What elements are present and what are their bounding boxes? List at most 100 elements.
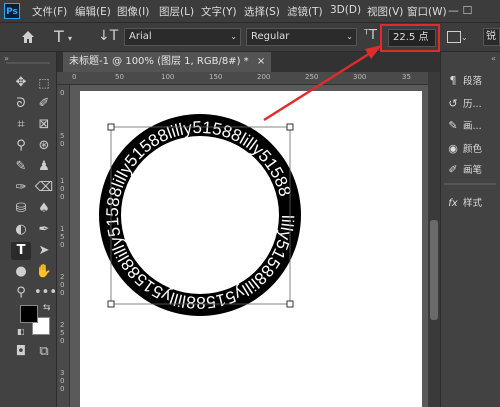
menu-3d[interactable]: 3D(D) [330, 4, 361, 16]
menu-file[interactable]: 文件(F) [32, 4, 67, 19]
font-size-icon: ᵀT [364, 28, 377, 43]
document-tab-title: 未标题-1 @ 100% (图层 1, RGB/8#) * [69, 56, 249, 67]
marquee-tool-icon[interactable]: ⬚ [34, 74, 54, 92]
panel-history[interactable]: ↺ 历... [446, 96, 481, 110]
zoom-tool-icon[interactable]: ⚲ [11, 284, 31, 302]
window-controls[interactable]: — ☐ [448, 4, 472, 17]
font-style-value: Regular [251, 31, 290, 42]
menu-layer[interactable]: 图层(L) [159, 4, 194, 19]
hand-tool-icon[interactable]: ✋ [34, 263, 54, 281]
swap-colors-icon[interactable]: ⇆ [43, 303, 51, 313]
lasso-tool-icon[interactable]: ᘐ [11, 95, 31, 113]
menu-image[interactable]: 图像(I) [117, 4, 149, 19]
home-icon[interactable] [20, 29, 36, 45]
ruler-number: 3 [60, 369, 65, 377]
pen-tool-icon[interactable]: ✒ [34, 221, 54, 239]
quick-select-tool-icon[interactable]: ✐ [34, 95, 54, 113]
dodge-tool-icon[interactable]: ◐ [11, 221, 31, 239]
close-icon[interactable]: × [257, 56, 265, 67]
color-icon: ◉ [448, 142, 458, 155]
panel-paragraph[interactable]: ¶ 段落 [446, 73, 483, 87]
ruler-number: 50 [115, 73, 124, 81]
quick-mask-icon[interactable]: ◘ [11, 343, 31, 361]
more-tools-icon[interactable]: ••• [34, 284, 57, 302]
ruler-number: 200 [257, 73, 271, 81]
frame-tool-icon[interactable]: ⊠ [34, 116, 54, 134]
ellipse-tool-icon[interactable]: ● [11, 263, 31, 281]
brushes-icon: ✐ [448, 163, 458, 176]
font-family-value: Arial [129, 31, 152, 42]
eraser-tool-icon[interactable]: ⌫ [34, 179, 54, 197]
chevron-down-icon[interactable]: ⌄ [461, 33, 468, 42]
type-tool-icon[interactable]: T [11, 242, 31, 260]
ruler-number: 250 [305, 73, 319, 81]
panel-brush-settings[interactable]: ✎ 画... [446, 118, 482, 132]
dropdown-arrow-icon[interactable]: ▾ [68, 34, 72, 43]
paragraph-icon: ¶ [449, 74, 457, 87]
ruler-number: 0 [60, 185, 65, 193]
menu-type[interactable]: 文字(Y) [201, 4, 237, 19]
font-style-select[interactable]: Regular ⌄ [246, 28, 357, 46]
screen-mode-icon[interactable]: ⧉ [34, 343, 54, 361]
menu-bar: Ps 文件(F) 编辑(E) 图像(I) 图层(L) 文字(Y) 选择(S) 滤… [0, 0, 500, 22]
toolbar-grip[interactable] [6, 62, 50, 64]
type-tool-preset-icon[interactable]: T [54, 27, 64, 46]
crop-tool-icon[interactable]: ⌗ [11, 116, 31, 134]
ruler-number: 0 [60, 89, 65, 97]
default-colors-icon[interactable]: ◧ [17, 327, 25, 336]
ruler-number: 0 [60, 377, 65, 385]
eyedropper-tool-icon[interactable]: ⚲ [11, 137, 31, 155]
ruler-number: 5 [60, 132, 65, 140]
ruler-number: 5 [60, 233, 65, 241]
vertical-ruler: 0 5 0 1 0 0 1 5 0 2 0 0 2 5 0 3 0 0 [57, 85, 70, 407]
menu-view[interactable]: 视图(V) [367, 4, 403, 19]
transform-handle[interactable] [286, 300, 294, 308]
transform-handle[interactable] [107, 123, 115, 131]
ruler-number: 2 [60, 321, 65, 329]
fx-icon: fx [448, 198, 458, 209]
menu-filter[interactable]: 滤镜(T) [287, 4, 323, 19]
ruler-number: 35 [402, 73, 411, 81]
text-orientation-icon[interactable]: ↓T [98, 28, 118, 44]
ruler-number: 0 [60, 281, 65, 289]
ruler-number: 0 [60, 193, 65, 201]
ruler-number: 300 [353, 73, 367, 81]
ruler-number: 2 [60, 273, 65, 281]
anti-alias-select[interactable]: 锐 [483, 28, 500, 46]
foreground-color-swatch[interactable] [20, 305, 38, 323]
ruler-number: 1 [60, 177, 65, 185]
scrollbar-thumb[interactable] [430, 220, 438, 320]
anti-alias-icon[interactable] [447, 31, 461, 43]
ruler-number: 0 [60, 289, 65, 297]
menu-edit[interactable]: 编辑(E) [75, 4, 111, 19]
history-brush-tool-icon[interactable]: ✑ [11, 179, 31, 197]
path-selection-tool-icon[interactable]: ➤ [34, 242, 54, 260]
font-family-select[interactable]: Arial ⌄ [124, 28, 241, 46]
panel-label: 画笔 [463, 165, 483, 176]
collapse-icon[interactable]: « [491, 54, 496, 63]
move-tool-icon[interactable]: ✥ [11, 74, 31, 92]
circle-text-artwork[interactable]: lilly51588lilly51588lilly51588lilly51588… [80, 91, 422, 407]
transform-handle[interactable] [107, 300, 115, 308]
document-tab[interactable]: 未标题-1 @ 100% (图层 1, RGB/8#) * × [63, 52, 272, 72]
panel-styles[interactable]: fx 样式 [446, 195, 482, 209]
history-icon: ↺ [448, 97, 458, 110]
menu-window[interactable]: 窗口(W) [407, 4, 447, 19]
spot-healing-tool-icon[interactable]: ⊛ [34, 137, 54, 155]
font-size-highlight-box [380, 24, 440, 52]
panel-color[interactable]: ◉ 颜色 [446, 141, 482, 155]
panel-label: 颜色 [463, 144, 483, 155]
panel-divider [444, 183, 496, 185]
panel-label: 画... [463, 121, 482, 132]
menu-select[interactable]: 选择(S) [244, 4, 280, 19]
clone-stamp-tool-icon[interactable]: ♟ [34, 158, 54, 176]
chevron-down-icon: ⌄ [230, 32, 237, 41]
ruler-number: 0 [72, 73, 77, 81]
ruler-number: 0 [60, 241, 65, 249]
paint-bucket-tool-icon[interactable]: ⛁ [11, 200, 31, 218]
brush-tool-icon[interactable]: ✎ [11, 158, 31, 176]
panel-brushes[interactable]: ✐ 画笔 [446, 162, 482, 176]
blur-tool-icon[interactable]: ♠ [34, 200, 54, 218]
transform-handle[interactable] [286, 123, 294, 131]
ruler-number: 100 [161, 73, 175, 81]
